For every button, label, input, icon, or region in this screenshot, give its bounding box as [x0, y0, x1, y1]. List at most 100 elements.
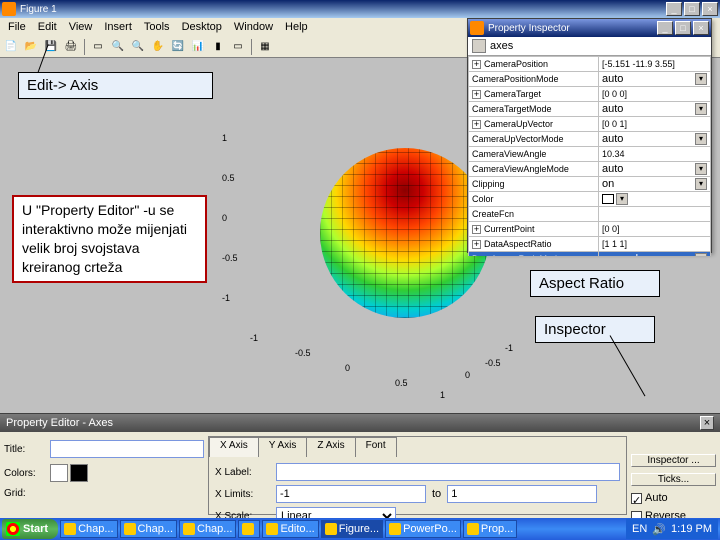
menu-window[interactable]: Window: [228, 21, 279, 33]
sphere-surface[interactable]: [320, 148, 490, 318]
inspector-path-bar: axes: [468, 37, 711, 56]
xtick: 0.5: [395, 378, 408, 388]
tray-icon[interactable]: 🔊: [652, 523, 666, 536]
inspector-maximize[interactable]: □: [675, 21, 691, 35]
property-editor-title: Property Editor - Axes: [6, 417, 113, 429]
property-row[interactable]: CameraUpVectorModeauto▾: [469, 132, 711, 147]
inspector-titlebar[interactable]: Property Inspector _ □ ×: [468, 19, 711, 37]
zoomout-icon[interactable]: 🔍: [129, 38, 147, 56]
colorbar-icon[interactable]: ▮: [209, 38, 227, 56]
inspector-path: axes: [490, 40, 513, 52]
start-button[interactable]: Start: [2, 519, 58, 539]
task-item[interactable]: Edito...: [262, 520, 318, 538]
menu-file[interactable]: File: [2, 21, 32, 33]
ztick: 0: [222, 213, 227, 223]
property-row[interactable]: +CameraTarget[0 0 0]: [469, 87, 711, 102]
figure-icon: [2, 2, 16, 16]
menu-view[interactable]: View: [63, 21, 99, 33]
figure-titlebar[interactable]: Figure 1 _ □ ×: [0, 0, 720, 18]
property-row[interactable]: CameraTargetModeauto▾: [469, 102, 711, 117]
minimize-button[interactable]: _: [666, 2, 682, 16]
xlim-max-input[interactable]: [447, 485, 597, 503]
property-row[interactable]: Clippingon▾: [469, 177, 711, 192]
property-row[interactable]: +DataAspectRatio[1 1 1]: [469, 237, 711, 252]
task-item[interactable]: Chap...: [179, 520, 236, 538]
tab-font[interactable]: Font: [355, 437, 397, 457]
color-swatch-fg[interactable]: [70, 464, 88, 482]
ploteditor-icon[interactable]: ▦: [256, 38, 274, 56]
close-button[interactable]: ×: [702, 2, 718, 16]
inspector-body[interactable]: +CameraPosition[-5.151 -11.9 3.55]Camera…: [468, 56, 711, 256]
property-row[interactable]: CameraPositionModeauto▾: [469, 72, 711, 87]
property-editor-header[interactable]: Property Editor - Axes ×: [0, 414, 720, 432]
menu-insert[interactable]: Insert: [98, 21, 138, 33]
inspector-minimize[interactable]: _: [657, 21, 673, 35]
pe-right-column: Inspector ... Ticks... ✓ Auto Reverse: [631, 436, 716, 515]
print-icon[interactable]: 🖨: [62, 38, 80, 56]
legend-icon[interactable]: ▭: [229, 38, 247, 56]
property-row[interactable]: DataAspectRatioModemanual▾: [469, 252, 711, 257]
menu-desktop[interactable]: Desktop: [176, 21, 228, 33]
property-row[interactable]: CreateFcn: [469, 207, 711, 222]
task-item[interactable]: Chap...: [120, 520, 177, 538]
menu-edit[interactable]: Edit: [32, 21, 63, 33]
property-inspector-window: Property Inspector _ □ × axes +CameraPos…: [467, 18, 712, 253]
system-tray[interactable]: EN 🔊 1:19 PM: [626, 519, 718, 539]
clock[interactable]: 1:19 PM: [671, 523, 712, 535]
property-row[interactable]: +CameraUpVector[0 0 1]: [469, 117, 711, 132]
ztick: 1: [222, 133, 227, 143]
property-editor-close[interactable]: ×: [700, 416, 714, 430]
rotate-icon[interactable]: 🔄: [169, 38, 187, 56]
pe-colors-label: Colors:: [4, 468, 44, 479]
task-icon: [183, 523, 195, 535]
pe-title-label: Title:: [4, 444, 44, 455]
property-row[interactable]: CameraViewAngleModeauto▾: [469, 162, 711, 177]
property-table: +CameraPosition[-5.151 -11.9 3.55]Camera…: [468, 56, 711, 256]
ytick: -0.5: [485, 358, 501, 368]
maximize-button[interactable]: □: [684, 2, 700, 16]
pe-grid-label: Grid:: [4, 488, 44, 499]
task-item[interactable]: Chap...: [60, 520, 117, 538]
tab-z-axis[interactable]: Z Axis: [306, 437, 355, 457]
pan-icon[interactable]: ✋: [149, 38, 167, 56]
ztick: -1: [222, 293, 230, 303]
tab-x-axis[interactable]: X Axis: [209, 437, 259, 457]
zoomin-icon[interactable]: 🔍: [109, 38, 127, 56]
figure-window: Figure 1 _ □ × File Edit View Insert Too…: [0, 0, 720, 540]
callout-property-editor-note: U "Property Editor" -u se interaktivno m…: [12, 195, 207, 283]
inspector-button[interactable]: Inspector ...: [631, 454, 716, 467]
task-item[interactable]: Prop...: [463, 520, 517, 538]
open-icon[interactable]: 📂: [22, 38, 40, 56]
xlim-min-input[interactable]: [276, 485, 426, 503]
xtick: 1: [440, 390, 445, 400]
lang-indicator[interactable]: EN: [632, 523, 647, 535]
pe-tabs-panel: X Axis Y Axis Z Axis Font X Label: X Lim…: [208, 436, 627, 515]
property-row[interactable]: CameraViewAngle10.34: [469, 147, 711, 162]
callout-edit-axis: Edit-> Axis: [18, 72, 213, 99]
figure-title: Figure 1: [20, 4, 666, 15]
pe-title-input[interactable]: [50, 440, 204, 458]
xlimits-label: X Limits:: [215, 489, 270, 500]
datacursor-icon[interactable]: 📊: [189, 38, 207, 56]
property-row[interactable]: +CameraPosition[-5.151 -11.9 3.55]: [469, 57, 711, 72]
task-item[interactable]: PowerPo...: [385, 520, 461, 538]
task-item-active[interactable]: Figure...: [321, 520, 383, 538]
tab-y-axis[interactable]: Y Axis: [258, 437, 308, 457]
task-icon: [467, 523, 479, 535]
ticks-button[interactable]: Ticks...: [631, 473, 716, 486]
to-label: to: [432, 488, 441, 500]
menu-help[interactable]: Help: [279, 21, 314, 33]
xlabel-input[interactable]: [276, 463, 620, 481]
inspector-path-icon[interactable]: [472, 39, 486, 53]
menu-tools[interactable]: Tools: [138, 21, 176, 33]
taskbar: Start Chap... Chap... Chap... Edito... F…: [0, 518, 720, 540]
callout-inspector: Inspector: [535, 316, 655, 343]
property-row[interactable]: Color▾: [469, 192, 711, 207]
inspector-close[interactable]: ×: [693, 21, 709, 35]
new-icon[interactable]: 📄: [2, 38, 20, 56]
task-item[interactable]: [238, 520, 260, 538]
color-swatch-bg[interactable]: [50, 464, 68, 482]
property-row[interactable]: +CurrentPoint[0 0]: [469, 222, 711, 237]
pointer-icon[interactable]: ▭: [89, 38, 107, 56]
auto-checkbox[interactable]: ✓: [631, 493, 642, 504]
